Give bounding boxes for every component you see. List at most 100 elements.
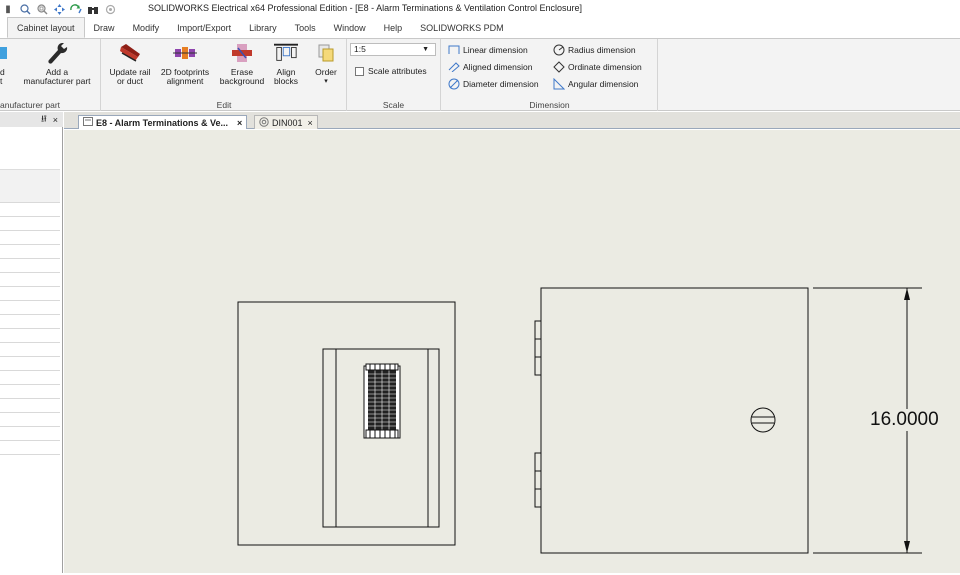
wrench-icon — [45, 41, 69, 65]
manufacturer-group-label: anufacturer part — [0, 100, 61, 110]
diameter-dimension-icon — [448, 78, 460, 89]
tab-document-label: E8 - Alarm Terminations & Ve... — [96, 117, 229, 128]
ordinate-dimension-button[interactable]: Ordinate dimension — [553, 60, 642, 73]
list-row-divider — [0, 328, 60, 329]
lock-symbol — [750, 407, 776, 433]
update-line2: or duct — [117, 76, 143, 86]
tab-document-e8[interactable]: E8 - Alarm Terminations & Ve... × — [78, 115, 248, 129]
left-panel-header: ⭿ × — [0, 112, 63, 127]
erase-background-button[interactable]: Erase background — [214, 41, 270, 86]
scale-value: 1:5 — [354, 44, 366, 54]
list-row-divider — [0, 230, 60, 231]
radius-dimension-button[interactable]: Radius dimension — [553, 44, 636, 55]
list-row-divider — [0, 286, 60, 287]
checkbox-box[interactable] — [355, 66, 364, 76]
align-blocks-icon — [274, 41, 298, 65]
tab-din001[interactable]: DIN001 × — [254, 115, 318, 129]
list-row-divider — [0, 412, 60, 413]
dropdown-arrow-icon: ▼ — [422, 46, 429, 53]
linear-dimension-button[interactable]: Linear dimension — [448, 44, 528, 55]
linear-dimension-label: Linear dimension — [463, 44, 528, 55]
footprints-icon — [173, 41, 197, 65]
angular-dimension-icon — [553, 77, 565, 89]
dimension-value-label: 16.0000 — [870, 409, 939, 431]
partial-button[interactable]: d t — [0, 41, 14, 86]
zoom-window-icon[interactable] — [36, 3, 48, 15]
binoculars-icon[interactable] — [87, 3, 99, 15]
list-row-divider — [0, 314, 60, 315]
list-row-divider — [0, 342, 60, 343]
partial-part-icon — [0, 41, 10, 65]
list-row-divider — [0, 384, 60, 385]
tab-close-icon[interactable]: × — [237, 118, 242, 128]
add-manufacturer-part-button[interactable]: Add a manufacturer part — [17, 41, 97, 86]
aligned-dimension-label: Aligned dimension — [463, 61, 533, 72]
partial-button-line2: t — [0, 76, 3, 86]
scale-attributes-label: Scale attributes — [368, 66, 427, 76]
edit-group: Update rail or duct 2D footprints alignm… — [102, 39, 347, 111]
list-row-divider — [0, 454, 60, 455]
update-rail-button[interactable]: Update rail or duct — [105, 41, 155, 86]
left-panel-header-row — [0, 170, 60, 202]
manufacturer-part-group: d t Add a manufacturer part anufacturer … — [0, 39, 101, 111]
zoom-fit-icon[interactable] — [19, 3, 31, 15]
title-bar: ▮ SOLIDWORKS Electrical x64 Professional… — [0, 0, 960, 18]
scale-select[interactable]: 1:5 ▼ — [350, 43, 436, 56]
align-blocks-button[interactable]: Align blocks — [269, 41, 303, 86]
angular-dimension-label: Angular dimension — [568, 78, 639, 89]
document-tab-bar: E8 - Alarm Terminations & Ve... × DIN001… — [64, 112, 960, 129]
order-icon — [314, 41, 338, 65]
pan-icon[interactable] — [53, 3, 65, 15]
list-row-divider — [0, 356, 60, 357]
list-row-divider — [0, 370, 60, 371]
tab-draw[interactable]: Draw — [85, 18, 124, 38]
left-panel-section — [0, 130, 60, 170]
diameter-dimension-button[interactable]: Diameter dimension — [448, 78, 539, 89]
tab-help[interactable]: Help — [375, 18, 412, 38]
order-dropdown-icon: ▾ — [324, 78, 328, 85]
add-line2: manufacturer part — [23, 76, 91, 86]
scale-group-label: Scale — [382, 100, 405, 110]
terminal-block-stack — [363, 363, 401, 439]
settings-icon[interactable] — [104, 3, 116, 15]
tab-cabinet-layout[interactable]: Cabinet layout — [7, 17, 85, 38]
pin-icon[interactable]: ⭿ — [41, 112, 47, 128]
ribbon: d t Add a manufacturer part anufacturer … — [0, 39, 960, 111]
footprints-line2: alignment — [166, 76, 204, 86]
scale-attributes-checkbox[interactable]: Scale attributes — [355, 66, 427, 76]
list-row-divider — [0, 398, 60, 399]
align-line2: blocks — [273, 76, 299, 86]
close-icon[interactable]: × — [53, 115, 58, 125]
enclosure-front-outline — [237, 301, 456, 546]
list-row-divider — [0, 426, 60, 427]
document-icon — [83, 117, 93, 128]
enclosure-side-outline — [540, 287, 809, 554]
radius-dimension-label: Radius dimension — [568, 44, 636, 55]
partial-icon[interactable]: ▮ — [2, 3, 14, 15]
ordinate-dimension-label: Ordinate dimension — [568, 61, 642, 72]
menu-bar: Cabinet layout Draw Modify Import/Export… — [0, 17, 960, 39]
footprints-alignment-button[interactable]: 2D footprints alignment — [156, 41, 214, 86]
tab-window[interactable]: Window — [325, 18, 375, 38]
tab-solidworks-pdm[interactable]: SOLIDWORKS PDM — [411, 18, 513, 38]
tab-import-export[interactable]: Import/Export — [168, 18, 240, 38]
hinge-marks — [534, 320, 542, 508]
diameter-dimension-label: Diameter dimension — [463, 78, 539, 89]
tab-modify[interactable]: Modify — [124, 18, 169, 38]
list-row-divider — [0, 258, 60, 259]
tab-library[interactable]: Library — [240, 18, 286, 38]
order-button[interactable]: Order ▾ — [309, 41, 343, 86]
list-row-divider — [0, 440, 60, 441]
quick-access-toolbar: ▮ — [0, 3, 116, 15]
drawing-canvas[interactable]: 16.0000 — [64, 130, 960, 573]
erase-background-icon — [230, 41, 254, 65]
tab-close-icon[interactable]: × — [308, 118, 313, 128]
drawing-svg — [237, 287, 922, 554]
left-panel: ⭿ × — [0, 112, 63, 573]
sync-icon[interactable] — [70, 3, 82, 15]
ordinate-dimension-icon — [553, 60, 565, 73]
aligned-dimension-button[interactable]: Aligned dimension — [448, 61, 532, 72]
tab-tools[interactable]: Tools — [286, 18, 325, 38]
angular-dimension-button[interactable]: Angular dimension — [553, 77, 639, 89]
linear-dimension-icon — [448, 44, 460, 55]
